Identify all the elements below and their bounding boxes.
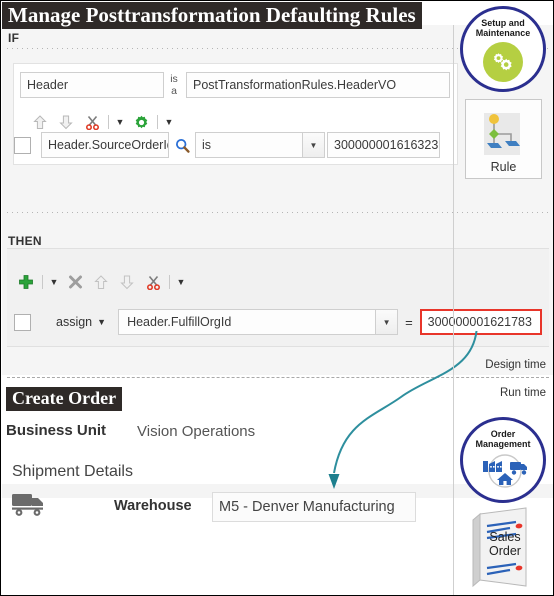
setup-badge-line1: Setup and bbox=[481, 18, 525, 28]
sales-order-line2: Order bbox=[489, 544, 521, 558]
then-action-row: assign ▼ Header.FulfillOrgId ▼ = 3000000… bbox=[14, 308, 544, 336]
equals-sign: = bbox=[405, 314, 413, 330]
sales-order-line1: Sales bbox=[489, 530, 521, 544]
binding-object-field[interactable]: Header bbox=[20, 72, 164, 98]
setup-and-maintenance-badge[interactable]: Setup and Maintenance bbox=[460, 6, 546, 92]
rule-tree-icon bbox=[483, 113, 520, 155]
setup-badge-label: Setup and Maintenance bbox=[476, 18, 531, 38]
toolbar-divider bbox=[108, 115, 109, 129]
toolbar-divider bbox=[157, 115, 158, 129]
move-up-icon[interactable] bbox=[88, 271, 114, 293]
design-run-divider bbox=[7, 377, 549, 378]
rule-tile-label: Rule bbox=[490, 160, 517, 174]
page-title: Manage Posttransformation Defaulting Rul… bbox=[2, 2, 422, 30]
toolbar-divider bbox=[42, 275, 43, 289]
delete-icon[interactable] bbox=[62, 271, 88, 293]
action-type-label: assign bbox=[56, 315, 93, 329]
chevron-down-icon[interactable]: ▼ bbox=[302, 133, 324, 157]
cut-menu-caret-icon[interactable]: ▼ bbox=[112, 111, 128, 133]
warehouse-label: Warehouse bbox=[114, 498, 192, 514]
add-menu-caret-icon[interactable]: ▼ bbox=[46, 271, 62, 293]
shipment-details-heading: Shipment Details bbox=[12, 463, 133, 480]
om-badge-line2: Management bbox=[475, 439, 531, 449]
action-type-select[interactable]: assign ▼ bbox=[56, 315, 106, 329]
chevron-down-icon[interactable]: ▼ bbox=[97, 317, 106, 327]
action-row-checkbox[interactable] bbox=[14, 313, 31, 331]
factory-home-truck-icon bbox=[477, 451, 529, 491]
if-condition-row: Header.SourceOrderId is ▼ 30000000161632… bbox=[14, 131, 454, 159]
screenshot-root: Manage Posttransformation Defaulting Rul… bbox=[0, 0, 554, 596]
condition-attribute-field[interactable]: Header.SourceOrderId bbox=[41, 132, 169, 158]
is-a-label: is a bbox=[170, 73, 178, 97]
move-up-icon[interactable] bbox=[27, 111, 53, 133]
action-target-select[interactable]: Header.FulfillOrgId ▼ bbox=[118, 309, 399, 335]
om-badge-label: Order Management bbox=[475, 429, 530, 449]
cut-icon[interactable] bbox=[140, 271, 166, 293]
business-unit-label: Business Unit bbox=[6, 422, 107, 439]
settings-icon[interactable] bbox=[128, 111, 154, 133]
run-time-label: Run time bbox=[499, 387, 546, 399]
magnifier-icon[interactable] bbox=[169, 134, 195, 156]
binding-view-object-field[interactable]: PostTransformationRules.HeaderVO bbox=[186, 72, 450, 98]
move-down-icon[interactable] bbox=[114, 271, 140, 293]
if-toolbar: ▼ ▼ bbox=[27, 111, 177, 133]
cut-menu-caret-icon[interactable]: ▼ bbox=[173, 271, 189, 293]
design-time-label: Design time bbox=[485, 359, 546, 371]
setup-badge-line2: Maintenance bbox=[475, 28, 531, 38]
toolbar-divider bbox=[169, 275, 170, 289]
order-management-badge[interactable]: Order Management bbox=[460, 417, 546, 503]
chevron-down-icon[interactable]: ▼ bbox=[375, 310, 398, 334]
right-rail-divider bbox=[453, 25, 454, 595]
then-toolbar: ▼ ▼ bbox=[13, 271, 189, 293]
gears-icon bbox=[483, 42, 523, 82]
sales-order-label: Sales Order bbox=[481, 530, 529, 558]
if-section-label: IF bbox=[8, 31, 20, 45]
condition-row-checkbox[interactable] bbox=[14, 136, 31, 154]
om-badge-line1: Order bbox=[490, 429, 516, 439]
cut-icon[interactable] bbox=[79, 111, 105, 133]
add-icon[interactable] bbox=[13, 271, 39, 293]
move-down-icon[interactable] bbox=[53, 111, 79, 133]
create-order-title: Create Order bbox=[6, 387, 123, 411]
truck-icon bbox=[11, 490, 49, 523]
then-section-label: THEN bbox=[8, 234, 42, 248]
condition-operator-select[interactable]: is ▼ bbox=[195, 132, 325, 158]
rule-tile[interactable]: Rule bbox=[465, 99, 542, 179]
settings-menu-caret-icon[interactable]: ▼ bbox=[161, 111, 177, 133]
condition-operator-value: is bbox=[202, 138, 212, 152]
business-unit-value: Vision Operations bbox=[137, 423, 256, 440]
then-dotted-separator bbox=[7, 212, 549, 213]
warehouse-field[interactable]: M5 - Denver Manufacturing bbox=[212, 492, 416, 522]
action-value-field[interactable]: 300000001621783 bbox=[419, 309, 542, 335]
action-target-value: Header.FulfillOrgId bbox=[127, 315, 232, 329]
condition-value-field[interactable]: 300000001616323 bbox=[327, 132, 440, 158]
